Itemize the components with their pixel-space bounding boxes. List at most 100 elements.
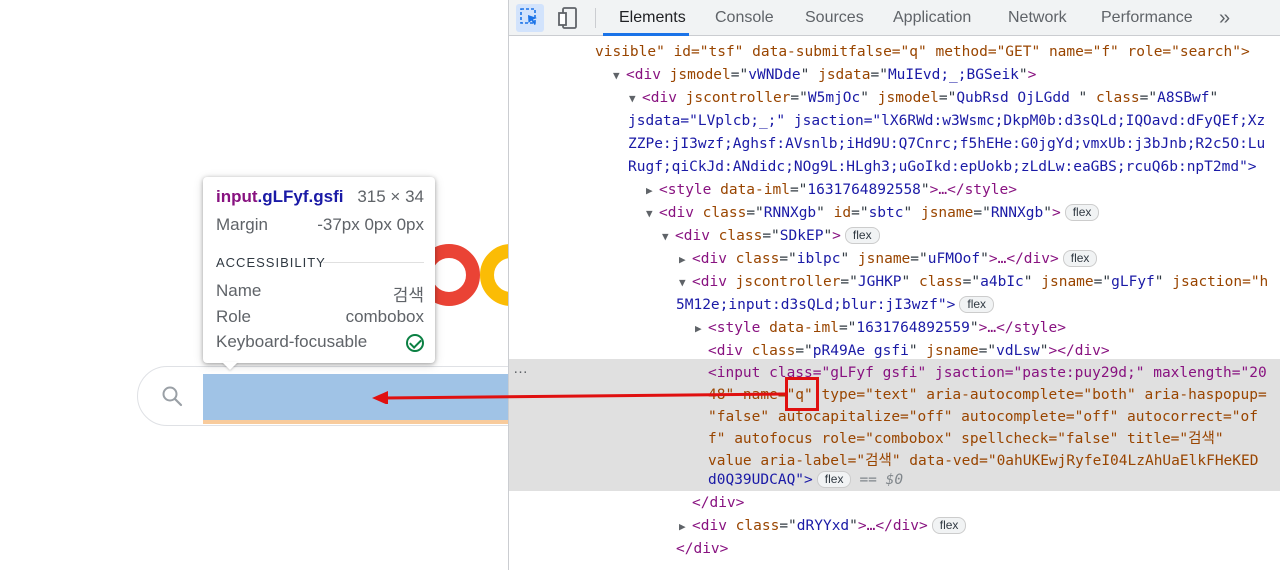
tooltip-name-row: Name 검색 xyxy=(216,281,424,306)
dom-tag-end: >…</style> xyxy=(929,182,1017,198)
tab-application[interactable]: Application xyxy=(893,0,971,36)
dom-line[interactable]: ▶ <style data-iml="1631764892558">…</styl… xyxy=(646,179,1280,202)
attr-name: class xyxy=(735,518,780,534)
dom-line[interactable]: 5M12e;input:d3sQLd;blur:jI3wzf"> flex xyxy=(676,294,1280,317)
dom-line[interactable]: ▼ <div jscontroller="W5mjOc" jsmodel="Qub… xyxy=(629,87,1280,110)
collapse-triangle-icon[interactable]: ▼ xyxy=(646,202,659,225)
tooltip-focus-label: Keyboard-focusable xyxy=(216,332,368,351)
collapse-triangle-icon[interactable]: ▼ xyxy=(629,87,642,110)
flex-badge[interactable]: flex xyxy=(959,296,995,313)
search-icon[interactable] xyxy=(160,384,184,408)
dom-line[interactable]: jsdata="LVplcb;_;" jsaction="lX6RWd:w3Ws… xyxy=(628,110,1280,133)
search-input-margin-overlay xyxy=(203,420,508,424)
tab-elements[interactable]: Elements xyxy=(619,0,686,36)
dom-line[interactable]: ▶ <div class="iblpc" jsname="uFMOof">…</d… xyxy=(679,248,1280,271)
attr-name: jscontroller xyxy=(685,90,791,106)
attr-value: RNNXgb xyxy=(990,205,1044,221)
dom-line[interactable]: Rugf;qiCkJd:ANdidc;NOg9L:HLgh3;uGoIkd:ep… xyxy=(628,156,1280,179)
expand-triangle-icon[interactable]: ▶ xyxy=(646,179,659,202)
tooltip-divider xyxy=(323,262,424,263)
dom-line[interactable]: ▼ <div jscontroller="JGHKP" class="a4bIc"… xyxy=(679,271,1280,294)
tab-console[interactable]: Console xyxy=(715,0,774,36)
attr-name: jsname xyxy=(920,205,974,221)
attr-name: jsdata xyxy=(818,67,871,83)
devtools-panel: Elements Console Sources Application Net… xyxy=(508,0,1280,570)
dom-line[interactable]: ▼ <div jsmodel="vWNDde" jsdata="MuIEvd;_;… xyxy=(613,64,1280,87)
attr-name: data-iml xyxy=(720,182,790,198)
expand-triangle-icon[interactable]: ▶ xyxy=(679,515,692,538)
attr-value: gLFyf xyxy=(1111,274,1155,290)
attr-name: data-iml xyxy=(769,320,839,336)
tooltip-classes: .gLFyf.gsfi xyxy=(257,187,344,206)
dom-line-text: f" autofocus role="combobox" spellcheck=… xyxy=(708,431,1224,447)
collapse-triangle-icon[interactable]: ▼ xyxy=(662,225,675,248)
attr-value: 1631764892558 xyxy=(807,182,921,198)
dom-line[interactable]: visible" id="tsf" data-submitfalse="q" m… xyxy=(595,41,1280,64)
tooltip-name-value: 검색 xyxy=(392,286,424,305)
flex-badge[interactable]: flex xyxy=(931,517,967,534)
toolbar-divider xyxy=(595,8,596,28)
more-tabs-button[interactable]: » xyxy=(1219,0,1230,36)
attr-value: vWNDde xyxy=(748,67,801,83)
dom-line[interactable]: ▼ <div class="SDkEP"> flex xyxy=(662,225,1280,248)
tooltip-margin-row: Margin -37px 0px 0px xyxy=(216,215,424,235)
tooltip-margin-value: -37px 0px 0px xyxy=(317,215,424,234)
inspect-element-button[interactable] xyxy=(516,4,544,32)
google-logo-letter-o-yellow xyxy=(480,244,508,306)
attr-value: vdLsw xyxy=(996,343,1040,359)
dom-tag-end: > xyxy=(1027,67,1037,83)
attr-name: jsmodel xyxy=(669,67,731,83)
node-actions-ellipsis[interactable]: … xyxy=(513,360,528,377)
dom-tree[interactable]: … visible" id="tsf" data-submitfalse="q"… xyxy=(509,36,1280,570)
flex-badge[interactable]: flex xyxy=(1062,250,1098,267)
dom-line[interactable]: <div class="pR49Ae gsfi" jsname="vdLsw">… xyxy=(708,340,1280,363)
attr-value: 1631764892559 xyxy=(856,320,970,336)
tooltip-arrow xyxy=(222,362,238,370)
tab-sources[interactable]: Sources xyxy=(805,0,864,36)
check-circle-icon xyxy=(406,334,424,352)
attr-value: dRYYxd xyxy=(796,518,850,534)
dom-tag: <div xyxy=(626,67,670,83)
device-toolbar-button[interactable] xyxy=(554,4,582,32)
dom-line[interactable]: ▼ <div class="RNNXgb" id="sbtc" jsname="R… xyxy=(646,202,1280,225)
dom-tag-end: >…</div> xyxy=(857,518,928,534)
attr-name: jsname xyxy=(1041,274,1094,290)
flex-badge[interactable]: flex xyxy=(816,471,852,488)
dom-line-text: </div> xyxy=(676,541,729,557)
tooltip-role-row: Role combobox xyxy=(216,307,424,327)
flex-badge[interactable]: flex xyxy=(844,227,880,244)
dom-tag: <div xyxy=(642,90,686,106)
tooltip-name-label: Name xyxy=(216,281,262,300)
dom-line[interactable]: ▶ <style data-iml="1631764892559">…</styl… xyxy=(695,317,1280,340)
dom-line-text: visible" id="tsf" data-submitfalse="q" m… xyxy=(595,44,1250,60)
expand-triangle-icon[interactable]: ▶ xyxy=(695,317,708,340)
dom-line[interactable]: </div> xyxy=(676,538,1280,561)
attr-name: jsname xyxy=(926,343,979,359)
attr-value: uFMOof xyxy=(927,251,981,267)
dom-line-text: 5M12e;input:d3sQLd;blur:jI3wzf"> xyxy=(676,297,956,313)
devtools-toolbar: Elements Console Sources Application Net… xyxy=(509,0,1280,36)
flex-badge[interactable]: flex xyxy=(1064,204,1100,221)
dom-line[interactable]: ZZPe:jI3wzf;Aghsf:AVsnlb;iHd9U:Q7Cnrc;f5… xyxy=(628,133,1280,156)
dom-line-text: Rugf;qiCkJd:ANdidc;NOg9L:HLgh3;uGoIkd:ep… xyxy=(628,159,1257,175)
dom-line[interactable]: </div> xyxy=(692,492,1280,515)
dom-tag-end: >…</style> xyxy=(978,320,1066,336)
tab-performance[interactable]: Performance xyxy=(1101,0,1193,36)
dom-tag-end: ></div> xyxy=(1048,343,1110,359)
attr-value: RNNXgb xyxy=(763,205,817,221)
expand-triangle-icon[interactable]: ▶ xyxy=(679,248,692,271)
dom-line-selected[interactable]: d0Q39UDCAQ"> flex == $0 xyxy=(708,469,1280,492)
dom-tag: <style xyxy=(708,320,770,336)
attr-name: class xyxy=(718,228,763,244)
collapse-triangle-icon[interactable]: ▼ xyxy=(679,271,692,294)
attr-value: QubRsd OjLGdd xyxy=(956,90,1079,106)
attr-value: JGHKP xyxy=(857,274,902,290)
dom-line-selected[interactable]: f" autofocus role="combobox" spellcheck=… xyxy=(708,428,1280,451)
dom-line-text: value aria-label="검색" data-ved="0ahUKEwj… xyxy=(708,453,1259,469)
attr-value: iblpc xyxy=(796,251,841,267)
tooltip-size: 315 × 34 xyxy=(357,187,424,206)
tab-network[interactable]: Network xyxy=(1008,0,1067,36)
collapse-triangle-icon[interactable]: ▼ xyxy=(613,64,626,87)
dom-line[interactable]: ▶ <div class="dRYYxd">…</div> flex xyxy=(679,515,1280,538)
attr-name: class xyxy=(1096,90,1140,106)
